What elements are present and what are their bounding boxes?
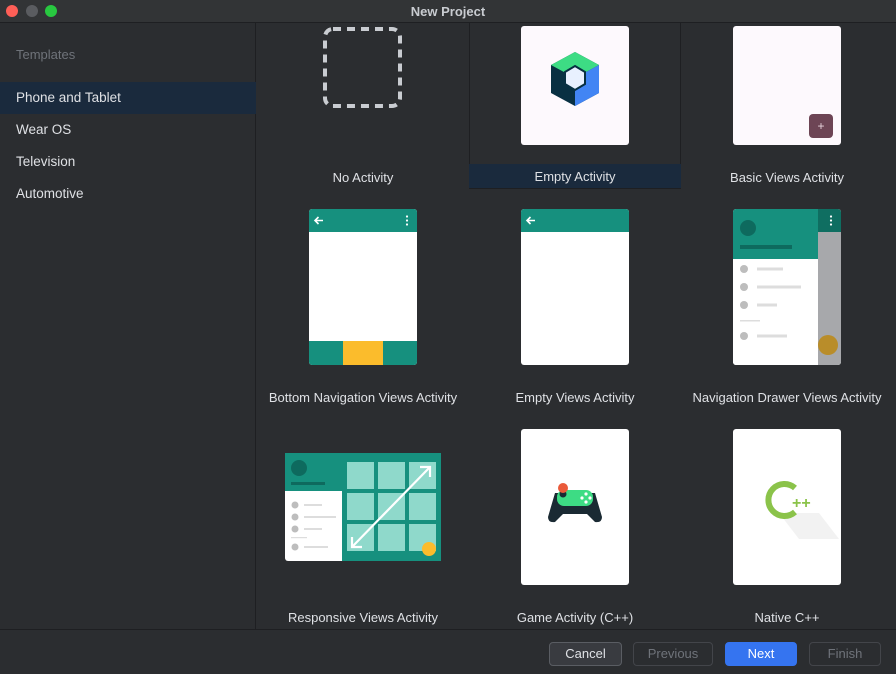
- template-label: No Activity: [332, 170, 394, 185]
- template-empty-activity[interactable]: Empty Activity: [469, 23, 681, 189]
- gamepad-icon: [548, 483, 602, 523]
- title-bar: New Project: [0, 0, 896, 23]
- sidebar-item-phone-and-tablet[interactable]: Phone and Tablet: [0, 82, 256, 114]
- responsive-tablet-icon: [285, 453, 441, 561]
- sidebar-heading: Templates: [16, 47, 76, 62]
- template-label: Empty Activity: [534, 169, 616, 184]
- dialog-button-bar: Cancel Previous Next Finish: [0, 629, 896, 674]
- template-label: Responsive Views Activity: [287, 610, 439, 625]
- template-preview: [309, 209, 417, 365]
- dashed-square-icon: [323, 27, 402, 108]
- template-navigation-drawer-views-activity[interactable]: Navigation Drawer Views Activity: [681, 209, 893, 423]
- bottom-nav-phone-icon: [309, 209, 417, 365]
- cpp-logo-icon: ++: [765, 481, 839, 539]
- template-game-activity-cpp[interactable]: Game Activity (C++): [469, 429, 681, 629]
- template-responsive-views-activity[interactable]: Responsive Views Activity: [257, 429, 469, 629]
- template-empty-views-activity[interactable]: Empty Views Activity: [469, 209, 681, 423]
- finish-button[interactable]: Finish: [809, 642, 881, 666]
- template-preview: [733, 209, 841, 365]
- compose-logo-icon: [551, 52, 599, 106]
- template-label: Navigation Drawer Views Activity: [692, 390, 882, 405]
- template-preview: [521, 429, 629, 585]
- template-preview: [521, 26, 629, 145]
- template-bottom-navigation-views-activity[interactable]: Bottom Navigation Views Activity: [257, 209, 469, 423]
- fab-plus-icon: +: [809, 114, 833, 138]
- svg-text:++: ++: [792, 495, 811, 512]
- template-grid: No Activity Empty Activity + Basic Views…: [257, 23, 896, 629]
- template-label: Bottom Navigation Views Activity: [268, 390, 458, 405]
- next-button[interactable]: Next: [725, 642, 797, 666]
- templates-sidebar: Templates Phone and Tablet Wear OS Telev…: [0, 23, 256, 629]
- cancel-button[interactable]: Cancel: [549, 642, 622, 666]
- sidebar-item-wear-os[interactable]: Wear OS: [0, 114, 256, 146]
- template-preview: +: [733, 26, 841, 145]
- previous-button[interactable]: Previous: [633, 642, 713, 666]
- sidebar-item-television[interactable]: Television: [0, 146, 256, 178]
- empty-phone-icon: [521, 209, 629, 232]
- template-preview: [521, 209, 629, 365]
- template-label: Basic Views Activity: [730, 170, 844, 185]
- template-native-cpp[interactable]: ++ Native C++: [681, 429, 893, 629]
- template-basic-views-activity[interactable]: + Basic Views Activity: [681, 23, 893, 189]
- template-preview: ++: [733, 429, 841, 585]
- template-label: Native C++: [754, 610, 820, 625]
- template-label: Empty Views Activity: [515, 390, 635, 405]
- window-title: New Project: [410, 4, 486, 19]
- template-label: Game Activity (C++): [516, 610, 634, 625]
- template-no-activity[interactable]: No Activity: [257, 23, 469, 189]
- nav-drawer-phone-icon: [733, 209, 841, 365]
- sidebar-item-automotive[interactable]: Automotive: [0, 178, 256, 210]
